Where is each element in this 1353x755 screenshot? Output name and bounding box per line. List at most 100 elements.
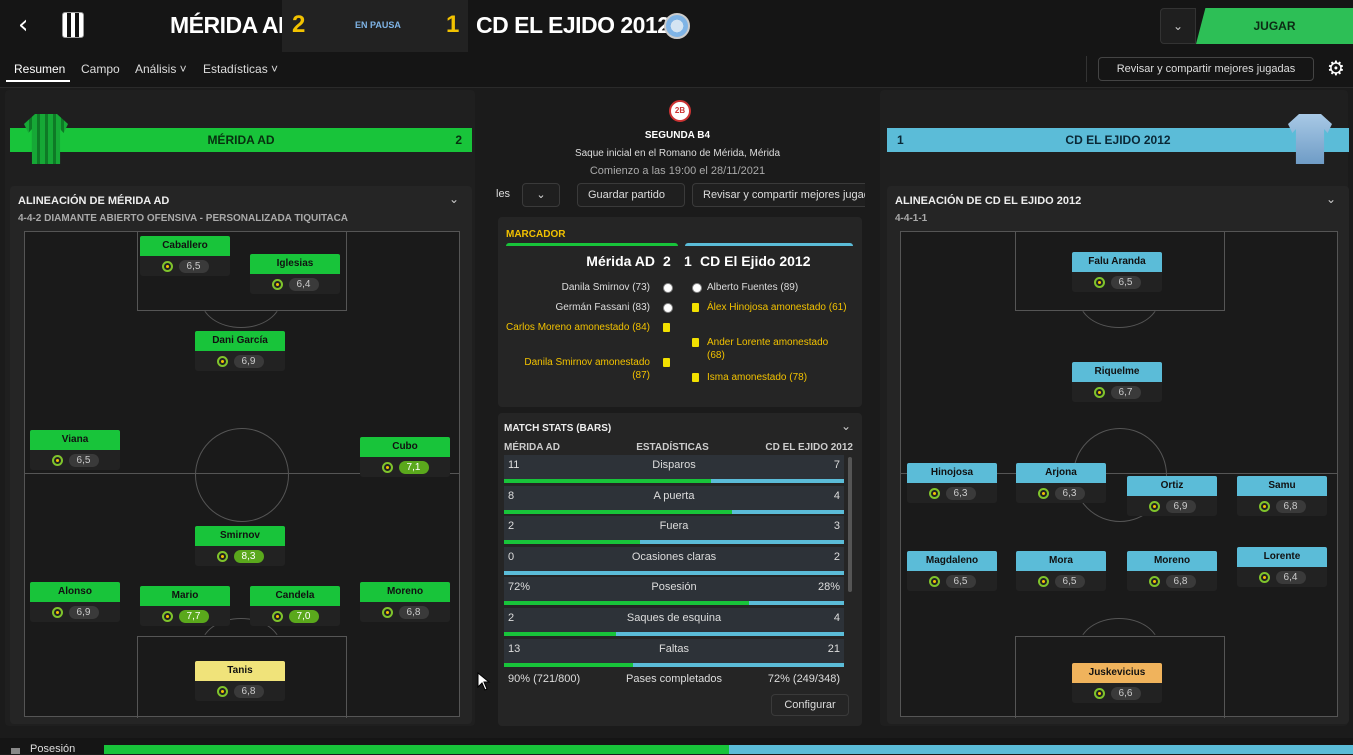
player-name: Hinojosa (907, 463, 997, 483)
tab-analisis[interactable]: Análisis ˅ (135, 62, 187, 76)
chevron-down-icon[interactable]: ⌄ (841, 419, 851, 433)
scoreboard-home-name: Mérida AD (500, 253, 655, 269)
away-player-card[interactable]: Magdaleno6,5 (907, 551, 997, 593)
stat-label: Faltas (504, 643, 844, 655)
away-player-card[interactable]: Moreno6,8 (1127, 551, 1217, 593)
home-lineup-title: ALINEACIÓN DE MÉRIDA AD (18, 195, 169, 207)
stat-home-value: 72% (508, 581, 530, 593)
player-name: Iglesias (250, 254, 340, 274)
away-player-card[interactable]: Ortiz6,9 (1127, 476, 1217, 518)
stats-scrollbar[interactable] (848, 457, 852, 592)
yellow-card-icon (663, 323, 670, 332)
partial-button[interactable]: les (490, 183, 524, 207)
stat-label: Posesión (504, 581, 844, 593)
chevron-down-icon[interactable]: ⌄ (522, 183, 560, 207)
home-player-card[interactable]: Moreno6,8 (360, 582, 450, 624)
tab-resumen[interactable]: Resumen (14, 62, 65, 76)
stat-label: Fuera (504, 520, 844, 532)
player-rating: 6,5 (179, 260, 209, 273)
stat-row: Posesión72%28% (504, 577, 844, 605)
yellow-card-icon (692, 373, 699, 382)
stat-home-bar (504, 540, 640, 544)
away-player-card[interactable]: Riquelme 6,7 (1072, 362, 1162, 404)
mouse-cursor-icon (477, 672, 491, 692)
player-name: Ortiz (1127, 476, 1217, 496)
player-rating: 6,9 (69, 606, 99, 619)
away-player-card[interactable]: Hinojosa6,3 (907, 463, 997, 505)
player-condition-icon (1094, 387, 1105, 398)
player-condition-icon (272, 279, 283, 290)
player-condition-icon (382, 462, 393, 473)
player-rating: 6,4 (289, 278, 319, 291)
player-condition-icon (162, 611, 173, 622)
back-arrow-icon[interactable]: ‹ (18, 12, 40, 40)
player-condition-icon (929, 488, 940, 499)
stat-label: A puerta (504, 490, 844, 502)
away-player-card[interactable]: Mora6,5 (1016, 551, 1106, 593)
player-condition-icon (52, 607, 63, 618)
away-event: Álex Hinojosa amonestado (61) (707, 301, 847, 314)
configure-button[interactable]: Configurar (771, 694, 849, 716)
play-button[interactable]: JUGAR (1196, 8, 1353, 44)
home-player-card[interactable]: Viana6,5 (30, 430, 120, 472)
stat-away-value: 4 (834, 612, 840, 624)
home-event: Carlos Moreno amonestado (84) (505, 321, 650, 334)
away-player-card[interactable]: Lorente6,4 (1237, 547, 1327, 589)
player-condition-icon (1149, 501, 1160, 512)
player-rating: 7,1 (399, 461, 429, 474)
player-rating: 6,7 (1111, 386, 1141, 399)
away-player-card[interactable]: Falu Aranda6,5 (1072, 252, 1162, 294)
stat-home-value: 8 (508, 490, 514, 502)
home-player-card[interactable]: Iglesias 6,4 (250, 254, 340, 296)
player-condition-icon (217, 686, 228, 697)
away-player-card[interactable]: Juskevicius6,6 (1072, 663, 1162, 705)
player-condition-icon (217, 356, 228, 367)
player-name: Moreno (360, 582, 450, 602)
away-bar-name: CD EL EJIDO 2012 (887, 128, 1349, 152)
home-player-card[interactable]: Caballero6,5 (140, 236, 230, 278)
home-player-card[interactable]: Dani García6,9 (195, 331, 285, 373)
gear-icon[interactable]: ⚙ (1324, 56, 1348, 80)
home-player-card[interactable]: Cubo7,1 (360, 437, 450, 479)
away-player-card[interactable]: Samu6,8 (1237, 476, 1327, 518)
stat-row: Saques de esquina24 (504, 608, 844, 636)
player-name: Juskevicius (1072, 663, 1162, 683)
tab-campo[interactable]: Campo (81, 62, 120, 76)
away-event: Alberto Fuentes (89) (707, 281, 847, 294)
player-condition-icon (52, 455, 63, 466)
away-player-card[interactable]: Arjona6,3 (1016, 463, 1106, 505)
stat-away-bar (711, 479, 844, 483)
away-event: Ander Lorente amonestado (68) (707, 336, 847, 362)
player-name: Riquelme (1072, 362, 1162, 382)
stat-away-value: 21 (828, 643, 840, 655)
home-player-card[interactable]: Alonso6,9 (30, 582, 120, 624)
home-player-card[interactable]: Smirnov8,3 (195, 526, 285, 568)
stat-home-value: 2 (508, 612, 514, 624)
chevron-down-icon[interactable]: ⌄ (449, 192, 459, 206)
stat-label: Disparos (504, 459, 844, 471)
share-highlights-button-2[interactable]: Revisar y compartir mejores jugadas (692, 183, 865, 207)
player-condition-icon (1038, 576, 1049, 587)
chevron-down-icon[interactable]: ⌄ (1326, 192, 1336, 206)
player-condition-icon (1094, 277, 1105, 288)
home-player-card[interactable]: Candela7,0 (250, 586, 340, 628)
possession-home-bar (104, 745, 729, 754)
home-player-card[interactable]: Tanis6,8 (195, 661, 285, 703)
share-highlights-button[interactable]: Revisar y compartir mejores jugadas (1098, 57, 1314, 81)
away-lineup-title: ALINEACIÓN DE CD EL EJIDO 2012 (895, 195, 1081, 207)
stat-away-bar (504, 571, 844, 575)
away-goals: 1 (446, 11, 459, 39)
home-formation: 4-4-2 DIAMANTE ABIERTO OFENSIVA - PERSON… (18, 213, 348, 224)
stat-away-bar (616, 632, 844, 636)
chevron-down-icon[interactable]: ⌄ (1160, 8, 1196, 44)
stat-away-bar (640, 540, 844, 544)
player-condition-icon (1259, 501, 1270, 512)
save-match-button[interactable]: Guardar partido (577, 183, 685, 207)
home-player-card[interactable]: Mario7,7 (140, 586, 230, 628)
player-rating: 6,5 (1055, 575, 1085, 588)
player-name: Mario (140, 586, 230, 606)
tab-estadisticas[interactable]: Estadísticas ˅ (203, 62, 278, 76)
stat-away-value: 72% (249/348) (768, 673, 840, 685)
ball-icon (663, 303, 673, 313)
player-rating: 6,4 (1276, 571, 1306, 584)
